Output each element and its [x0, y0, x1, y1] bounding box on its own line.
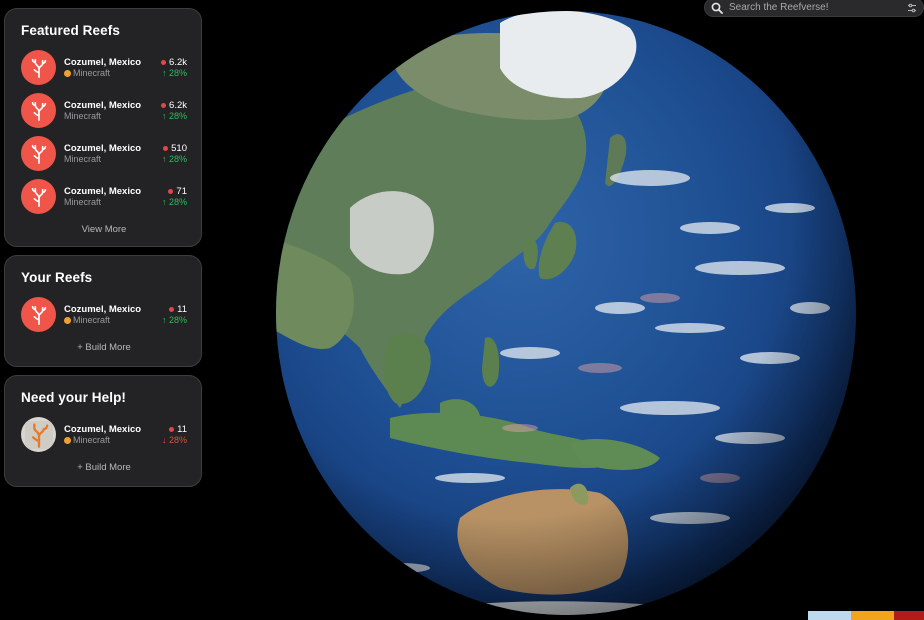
platform-label: Minecraft [64, 196, 102, 207]
minecraft-badge-icon [64, 69, 71, 77]
reef-avatar [21, 136, 56, 171]
reef-name: Cozumel, Mexico [64, 303, 142, 315]
card-title: Need your Help! [21, 390, 127, 405]
reef-platform: Minecraft [64, 315, 162, 326]
reef-info: Cozumel, Mexico Minecraft [64, 143, 162, 165]
reef-row[interactable]: Cozumel, Mexico Minecraft 11 ↑ 28% [21, 293, 187, 336]
count-value: 11 [177, 423, 187, 435]
featured-reefs-card: Featured Reefs Cozumel, Mexico Minecraft 6… [4, 8, 202, 247]
live-dot-icon [163, 145, 169, 151]
reef-row[interactable]: Cozumel, Mexico Minecraft 71 ↑ 28% [21, 175, 187, 218]
reef-platform: Minecraft [64, 154, 162, 165]
reef-info: Cozumel, Mexico Minecraft [64, 304, 162, 326]
need-help-card: Need your Help! Cozumel, Mexico Minecraft… [4, 375, 202, 487]
filter-icon[interactable] [907, 3, 917, 13]
reef-list: Cozumel, Mexico Minecraft 11 ↓ 28% [21, 413, 187, 456]
platform-label: Minecraft [73, 314, 111, 325]
coral-icon [31, 58, 46, 78]
reef-list: Cozumel, Mexico Minecraft 11 ↑ 28% [21, 293, 187, 336]
reef-name: Cozumel, Mexico [64, 99, 142, 111]
coral-icon [31, 305, 46, 325]
reef-stats: 510 ↑ 28% [162, 143, 187, 165]
coral-icon [31, 144, 46, 164]
coral-photo-icon [24, 420, 53, 449]
live-dot-icon [169, 426, 175, 432]
live-dot-icon [169, 306, 175, 312]
reef-info: Cozumel, Mexico Minecraft [64, 57, 161, 79]
card-title: Your Reefs [21, 270, 93, 285]
build-more-button[interactable]: + Build More [21, 456, 187, 485]
count-value: 11 [177, 303, 187, 315]
reef-count: 11 [162, 424, 187, 435]
reef-platform: Minecraft [64, 435, 162, 446]
reef-info: Cozumel, Mexico Minecraft [64, 186, 162, 208]
reef-avatar [21, 297, 56, 332]
reef-name: Cozumel, Mexico [64, 423, 142, 435]
reef-list: Cozumel, Mexico Minecraft 6.2k ↑ 28% Cozumel… [21, 46, 187, 218]
reef-platform: Minecraft [64, 197, 162, 208]
live-dot-icon [161, 102, 167, 108]
platform-label: Minecraft [64, 110, 102, 121]
card-title: Featured Reefs [21, 23, 120, 38]
reef-row[interactable]: Cozumel, Mexico Minecraft 11 ↓ 28% [21, 413, 187, 456]
reef-count: 6.2k [161, 100, 187, 111]
count-value: 510 [171, 142, 187, 154]
build-more-button[interactable]: + Build More [21, 336, 187, 365]
coral-icon [31, 101, 46, 121]
search-icon [711, 2, 723, 14]
count-value: 6.2k [169, 99, 187, 111]
reef-row[interactable]: Cozumel, Mexico Minecraft 6.2k ↑ 28% [21, 89, 187, 132]
reef-count: 510 [162, 143, 187, 154]
live-dot-icon [168, 188, 174, 194]
platform-label: Minecraft [73, 67, 111, 78]
your-reefs-card: Your Reefs Cozumel, Mexico Minecraft 11 ↑ 2… [4, 255, 202, 367]
reef-trend: ↓ 28% [161, 434, 187, 445]
strip-segment-red [894, 611, 924, 620]
reef-trend: ↑ 28% [161, 196, 187, 207]
reef-platform: Minecraft [64, 111, 161, 122]
reef-avatar [21, 417, 56, 452]
search-input[interactable] [729, 2, 907, 13]
count-value: 71 [176, 185, 187, 197]
search-bar[interactable] [704, 0, 924, 17]
strip-segment-orange [851, 611, 894, 620]
reef-trend: ↑ 28% [161, 110, 187, 121]
count-value: 6.2k [169, 56, 187, 68]
reef-name: Cozumel, Mexico [64, 56, 142, 68]
reef-stats: 71 ↑ 28% [162, 186, 187, 208]
reef-info: Cozumel, Mexico Minecraft [64, 100, 161, 122]
coral-icon [31, 187, 46, 207]
minecraft-badge-icon [64, 436, 71, 444]
platform-label: Minecraft [73, 434, 111, 445]
color-strip [808, 611, 924, 620]
reef-avatar [21, 50, 56, 85]
reef-stats: 11 ↓ 28% [162, 424, 187, 446]
reef-avatar [21, 179, 56, 214]
reef-trend: ↑ 28% [161, 67, 187, 78]
reef-avatar [21, 93, 56, 128]
reef-info: Cozumel, Mexico Minecraft [64, 424, 162, 446]
reef-count: 6.2k [161, 57, 187, 68]
reef-trend: ↑ 28% [161, 314, 187, 325]
minecraft-badge-icon [64, 316, 71, 324]
reef-count: 71 [162, 186, 187, 197]
reef-name: Cozumel, Mexico [64, 185, 142, 197]
platform-label: Minecraft [64, 153, 102, 164]
reef-name: Cozumel, Mexico [64, 142, 142, 154]
reef-count: 11 [162, 304, 187, 315]
reef-trend: ↑ 28% [161, 153, 187, 164]
live-dot-icon [161, 59, 167, 65]
reef-stats: 6.2k ↑ 28% [161, 100, 187, 122]
reef-row[interactable]: Cozumel, Mexico Minecraft 6.2k ↑ 28% [21, 46, 187, 89]
earth-globe[interactable] [270, 8, 862, 618]
reef-row[interactable]: Cozumel, Mexico Minecraft 510 ↑ 28% [21, 132, 187, 175]
reef-stats: 11 ↑ 28% [162, 304, 187, 326]
reef-stats: 6.2k ↑ 28% [161, 57, 187, 79]
view-more-button[interactable]: View More [21, 218, 187, 247]
reef-platform: Minecraft [64, 68, 161, 79]
strip-segment-light-blue [808, 611, 851, 620]
